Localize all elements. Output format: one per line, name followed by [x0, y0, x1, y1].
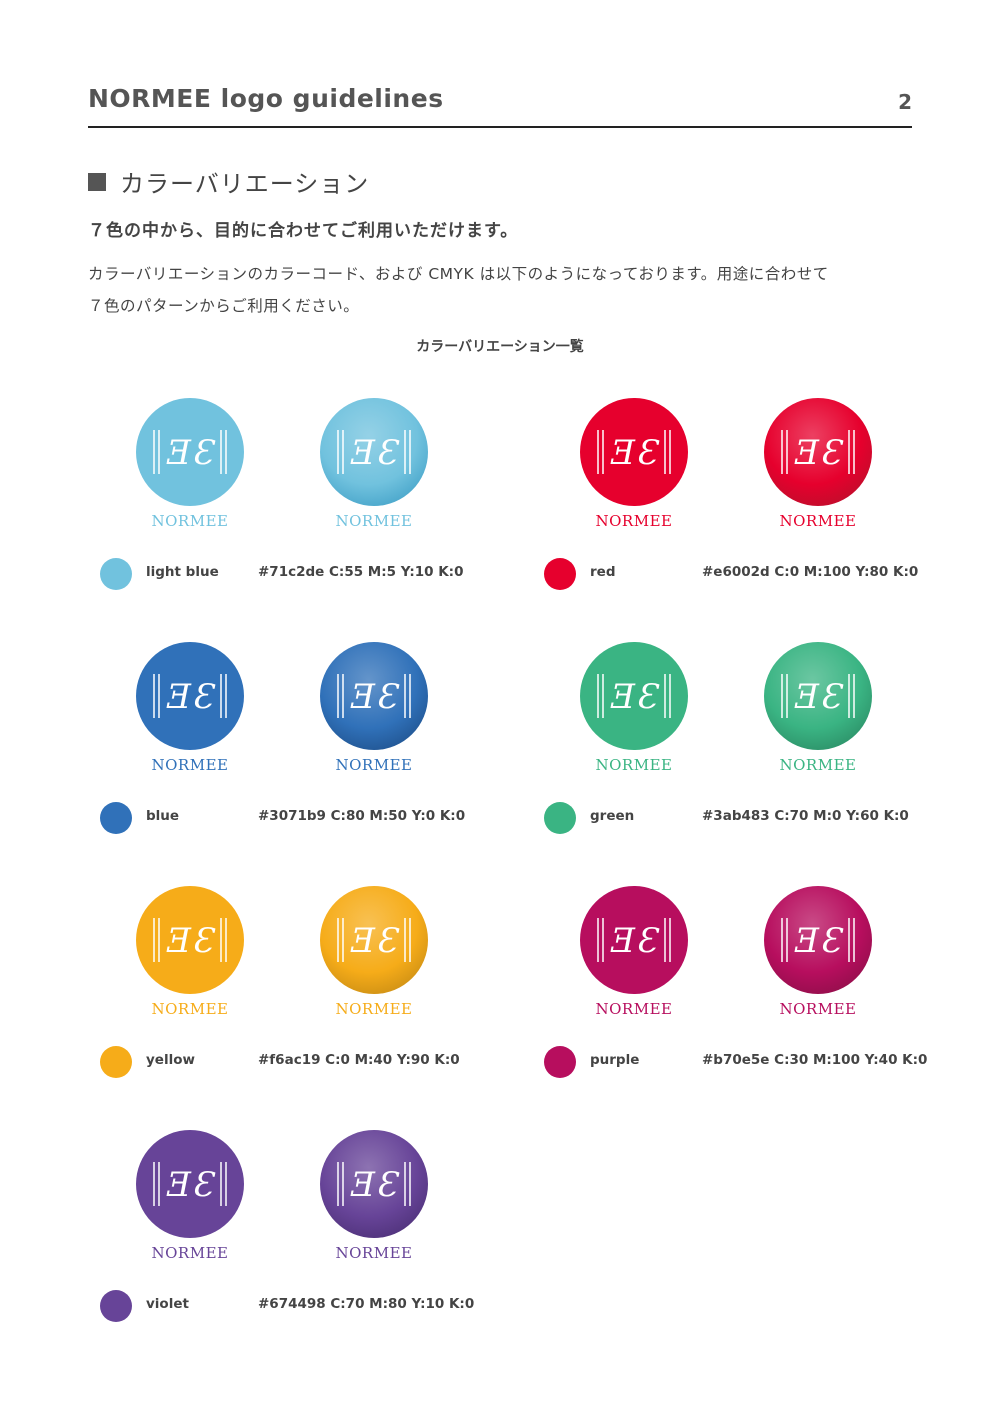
monogram-circle-icon: ƎƐ [136, 398, 244, 506]
logo-wordmark: NORMEE [595, 512, 673, 530]
monogram-circle-icon: ƎƐ [764, 398, 872, 506]
logo-flat: ƎƐ NORMEE [134, 396, 246, 530]
color-swatch-dot [100, 1290, 132, 1322]
color-entry: ƎƐ NORMEE ƎƐ NORMEE light blue #71c2de C:55 M… [88, 396, 508, 596]
svg-text:ƎƐ: ƎƐ [166, 677, 216, 717]
color-name: red [590, 564, 616, 580]
color-entry: ƎƐ NORMEE ƎƐ NORMEE violet #674498 C:70 M:80 … [88, 1128, 508, 1328]
logo-wordmark: NORMEE [779, 512, 857, 530]
section-title: カラーバリエーション [120, 170, 370, 198]
color-swatch-dot [100, 558, 132, 590]
list-caption: カラーバリエーション一覧 [416, 339, 584, 355]
logo-flat: ƎƐ NORMEE [134, 640, 246, 774]
page-header: NORMEE logo guidelines 2 [88, 82, 912, 128]
svg-text:ƎƐ: ƎƐ [166, 433, 216, 473]
color-swatch-dot [100, 1046, 132, 1078]
svg-text:ƎƐ: ƎƐ [794, 921, 844, 961]
svg-text:ƎƐ: ƎƐ [794, 433, 844, 473]
logo-watercolor: ƎƐ NORMEE [762, 640, 874, 774]
monogram-circle-icon: ƎƐ [580, 886, 688, 994]
logo-watercolor: ƎƐ NORMEE [318, 884, 430, 1018]
logo-watercolor: ƎƐ NORMEE [318, 396, 430, 530]
monogram-circle-icon: ƎƐ [320, 398, 428, 506]
color-entry: ƎƐ NORMEE ƎƐ NORMEE blue #3071b9 C:80 M:50 Y:… [88, 640, 508, 840]
svg-text:ƎƐ: ƎƐ [610, 921, 660, 961]
color-entry: ƎƐ NORMEE ƎƐ NORMEE yellow #f6ac19 C:0 M:40 Y… [88, 884, 508, 1084]
color-swatch-dot [100, 802, 132, 834]
svg-text:ƎƐ: ƎƐ [610, 677, 660, 717]
logo-wordmark: NORMEE [595, 1000, 673, 1018]
color-name: violet [146, 1296, 189, 1312]
color-spec: #b70e5e C:30 M:100 Y:40 K:0 [702, 1052, 928, 1068]
svg-text:ƎƐ: ƎƐ [166, 1165, 216, 1205]
color-spec: #e6002d C:0 M:100 Y:80 K:0 [702, 564, 919, 580]
logo-wordmark: NORMEE [151, 1000, 229, 1018]
logo-flat: ƎƐ NORMEE [134, 1128, 246, 1262]
logo-watercolor: ƎƐ NORMEE [762, 396, 874, 530]
square-bullet-icon [88, 172, 106, 191]
logo-wordmark: NORMEE [779, 756, 857, 774]
document-title: NORMEE logo guidelines [88, 84, 444, 113]
svg-text:ƎƐ: ƎƐ [166, 921, 216, 961]
logo-watercolor: ƎƐ NORMEE [762, 884, 874, 1018]
color-spec: #3071b9 C:80 M:50 Y:0 K:0 [258, 808, 466, 824]
logo-flat: ƎƐ NORMEE [578, 884, 690, 1018]
color-spec: #f6ac19 C:0 M:40 Y:90 K:0 [258, 1052, 460, 1068]
monogram-circle-icon: ƎƐ [764, 642, 872, 750]
monogram-circle-icon: ƎƐ [136, 886, 244, 994]
section-subtitle: ７色の中から、目的に合わせてご利用いただけます。 [88, 221, 519, 241]
svg-text:ƎƐ: ƎƐ [350, 1165, 400, 1205]
color-swatch-dot [544, 1046, 576, 1078]
color-spec: #3ab483 C:70 M:0 Y:60 K:0 [702, 808, 909, 824]
logo-wordmark: NORMEE [335, 1000, 413, 1018]
monogram-circle-icon: ƎƐ [320, 1130, 428, 1238]
monogram-circle-icon: ƎƐ [580, 642, 688, 750]
svg-text:ƎƐ: ƎƐ [350, 921, 400, 961]
logo-watercolor: ƎƐ NORMEE [318, 640, 430, 774]
body-text: カラーバリエーションのカラーコード、および CMYK は以下のようになっておりま… [88, 258, 918, 322]
color-entry: ƎƐ NORMEE ƎƐ NORMEE purple #b70e5e C:30 M:100… [532, 884, 952, 1084]
logo-wordmark: NORMEE [151, 512, 229, 530]
logo-wordmark: NORMEE [595, 756, 673, 774]
logo-watercolor: ƎƐ NORMEE [318, 1128, 430, 1262]
logo-flat: ƎƐ NORMEE [578, 396, 690, 530]
monogram-circle-icon: ƎƐ [320, 642, 428, 750]
color-name: green [590, 808, 635, 824]
color-entry: ƎƐ NORMEE ƎƐ NORMEE red #e6002d C:0 M:100 Y:8… [532, 396, 952, 596]
logo-flat: ƎƐ NORMEE [578, 640, 690, 774]
logo-flat: ƎƐ NORMEE [134, 884, 246, 1018]
monogram-circle-icon: ƎƐ [136, 642, 244, 750]
monogram-circle-icon: ƎƐ [136, 1130, 244, 1238]
color-spec: #71c2de C:55 M:5 Y:10 K:0 [258, 564, 464, 580]
svg-text:ƎƐ: ƎƐ [794, 677, 844, 717]
page-number: 2 [898, 90, 912, 114]
logo-wordmark: NORMEE [151, 756, 229, 774]
svg-text:ƎƐ: ƎƐ [350, 677, 400, 717]
logo-wordmark: NORMEE [335, 512, 413, 530]
logo-wordmark: NORMEE [151, 1244, 229, 1262]
color-name: blue [146, 808, 180, 824]
color-name: yellow [146, 1052, 195, 1068]
svg-text:ƎƐ: ƎƐ [610, 433, 660, 473]
section-heading: カラーバリエーション [88, 164, 369, 199]
body-line-2: ７色のパターンからご利用ください。 [88, 297, 360, 315]
color-swatch-dot [544, 558, 576, 590]
logo-wordmark: NORMEE [335, 1244, 413, 1262]
color-entry: ƎƐ NORMEE ƎƐ NORMEE green #3ab483 C:70 M:0 Y:… [532, 640, 952, 840]
logo-wordmark: NORMEE [779, 1000, 857, 1018]
color-name: light blue [146, 564, 219, 580]
body-line-1: カラーバリエーションのカラーコード、および CMYK は以下のようになっておりま… [88, 265, 829, 283]
monogram-circle-icon: ƎƐ [580, 398, 688, 506]
color-spec: #674498 C:70 M:80 Y:10 K:0 [258, 1296, 475, 1312]
monogram-circle-icon: ƎƐ [320, 886, 428, 994]
monogram-circle-icon: ƎƐ [764, 886, 872, 994]
logo-wordmark: NORMEE [335, 756, 413, 774]
color-swatch-dot [544, 802, 576, 834]
color-name: purple [590, 1052, 640, 1068]
svg-text:ƎƐ: ƎƐ [350, 433, 400, 473]
